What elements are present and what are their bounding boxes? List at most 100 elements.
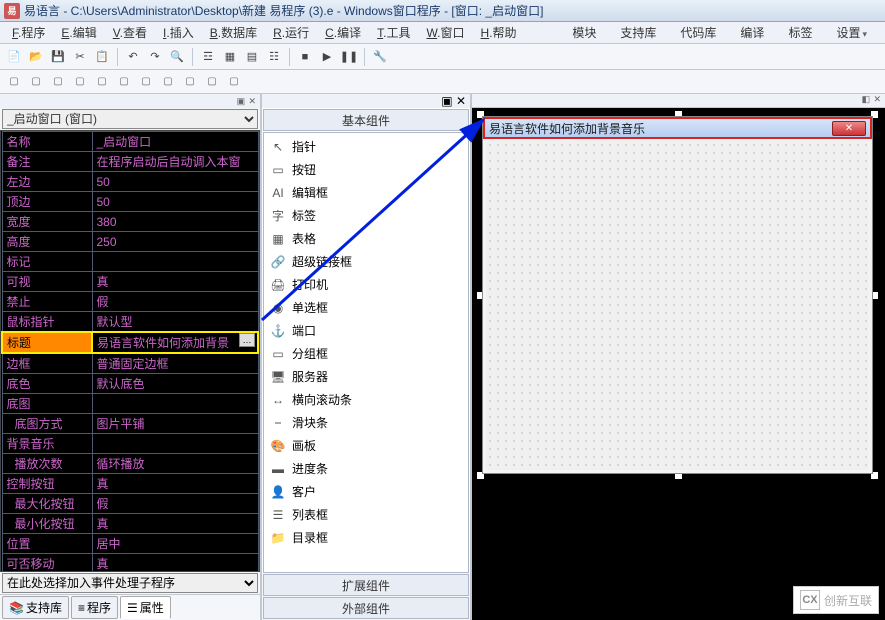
component-item[interactable]: AI编辑框: [264, 181, 468, 204]
prop-key[interactable]: 控制按钮: [2, 474, 92, 494]
menu-db[interactable]: B.数据库: [202, 24, 265, 41]
menu-insert[interactable]: I.插入: [155, 24, 202, 41]
menu-tools[interactable]: T.工具: [369, 24, 418, 41]
prop-key[interactable]: 底图: [2, 394, 92, 414]
al-same-h-icon[interactable]: ▢: [202, 73, 222, 91]
prop-value[interactable]: 假: [92, 292, 258, 312]
object-selector[interactable]: _启动窗口 (窗口): [2, 109, 258, 129]
property-grid[interactable]: 名称_启动窗口备注在程序启动后自动调入本窗左边50顶边50宽度380高度250标…: [0, 130, 260, 572]
prop-key[interactable]: 最小化按钮: [2, 514, 92, 534]
component-item[interactable]: ▦表格: [264, 227, 468, 250]
menu-r-support[interactable]: 支持库: [612, 24, 664, 41]
prop-key[interactable]: 底色: [2, 374, 92, 394]
prop-key[interactable]: 播放次数: [2, 454, 92, 474]
prop-value[interactable]: 380: [92, 212, 258, 232]
prop-value[interactable]: 真: [92, 474, 258, 494]
preview-window[interactable]: 易语言软件如何添加背景音乐 ✕: [482, 116, 873, 474]
prop-key[interactable]: 可否移动: [2, 554, 92, 573]
menu-help[interactable]: H.帮助: [473, 24, 525, 41]
prop-key[interactable]: 备注: [2, 152, 92, 172]
prop-value[interactable]: 50: [92, 192, 258, 212]
design-dock-icon[interactable]: ◧: [862, 94, 871, 107]
component-item[interactable]: 🖥服务器: [264, 365, 468, 388]
prop-key[interactable]: 位置: [2, 534, 92, 554]
tb-grid-icon[interactable]: ▦: [220, 47, 240, 67]
prop-value[interactable]: _启动窗口: [92, 132, 258, 152]
al-dist-h-icon[interactable]: ▢: [136, 73, 156, 91]
tb-find-icon[interactable]: 🔍: [167, 47, 187, 67]
preview-body[interactable]: [486, 141, 869, 470]
component-item[interactable]: ▭按钮: [264, 158, 468, 181]
al-mid-icon[interactable]: ▢: [92, 73, 112, 91]
prop-key[interactable]: 高度: [2, 232, 92, 252]
prop-key[interactable]: 禁止: [2, 292, 92, 312]
prop-value[interactable]: 居中: [92, 534, 258, 554]
tb-list-icon[interactable]: ☷: [264, 47, 284, 67]
component-item[interactable]: ⎯滑块条: [264, 411, 468, 434]
component-item[interactable]: ⚓端口: [264, 319, 468, 342]
prop-key[interactable]: 标题: [2, 332, 92, 353]
prop-key[interactable]: 背景音乐: [2, 434, 92, 454]
component-item[interactable]: 字标签: [264, 204, 468, 227]
component-item[interactable]: ↔横向滚动条: [264, 388, 468, 411]
menu-r-module[interactable]: 模块: [564, 24, 604, 41]
al-center-icon[interactable]: ▢: [26, 73, 46, 91]
component-item[interactable]: ◉单选框: [264, 296, 468, 319]
tb-debug-icon[interactable]: 🔧: [370, 47, 390, 67]
prop-value[interactable]: 默认型: [92, 312, 258, 333]
component-item[interactable]: 🎨画板: [264, 434, 468, 457]
prop-value[interactable]: 循环播放: [92, 454, 258, 474]
prop-value[interactable]: 易语言软件如何添加背景…: [92, 332, 258, 353]
panel-pin-icon[interactable]: ▣: [237, 96, 246, 107]
menu-r-compile[interactable]: 编译: [732, 24, 772, 41]
prop-key[interactable]: 最大化按钮: [2, 494, 92, 514]
menu-r-settings[interactable]: 设置: [828, 24, 875, 41]
tb-redo-icon[interactable]: ↷: [145, 47, 165, 67]
menu-run[interactable]: R.运行: [265, 24, 317, 41]
tb-cut-icon[interactable]: ✂: [70, 47, 90, 67]
preview-close-button[interactable]: ✕: [832, 121, 866, 136]
al-right-icon[interactable]: ▢: [48, 73, 68, 91]
tb-panel-icon[interactable]: ▤: [242, 47, 262, 67]
tb-run-icon[interactable]: ▶: [317, 47, 337, 67]
component-item[interactable]: 📁目录框: [264, 526, 468, 549]
tab-property[interactable]: ☰属性: [120, 596, 171, 619]
prop-value[interactable]: [92, 252, 258, 272]
prop-value[interactable]: [92, 394, 258, 414]
prop-value[interactable]: 图片平铺: [92, 414, 258, 434]
tb-copy-icon[interactable]: 📋: [92, 47, 112, 67]
tb-undo-icon[interactable]: ↶: [123, 47, 143, 67]
al-same-w-icon[interactable]: ▢: [180, 73, 200, 91]
menu-edit[interactable]: E.编辑: [53, 24, 104, 41]
al-top-icon[interactable]: ▢: [70, 73, 90, 91]
al-left-icon[interactable]: ▢: [4, 73, 24, 91]
prop-value[interactable]: 250: [92, 232, 258, 252]
tab-program[interactable]: ≡程序: [71, 596, 118, 619]
prop-value[interactable]: 50: [92, 172, 258, 192]
component-item[interactable]: ▭分组框: [264, 342, 468, 365]
al-dist-v-icon[interactable]: ▢: [158, 73, 178, 91]
group-ext[interactable]: 扩展组件: [263, 574, 469, 596]
component-item[interactable]: 🔗超级链接框: [264, 250, 468, 273]
prop-key[interactable]: 宽度: [2, 212, 92, 232]
tb-stop-icon[interactable]: ■: [295, 47, 315, 67]
prop-key[interactable]: 鼠标指针: [2, 312, 92, 333]
event-selector[interactable]: 在此处选择加入事件处理子程序: [2, 573, 258, 593]
comp-close-icon[interactable]: ✕: [456, 94, 466, 108]
component-item[interactable]: 🖨打印机: [264, 273, 468, 296]
menu-view[interactable]: V.查看: [105, 24, 155, 41]
prop-key[interactable]: 名称: [2, 132, 92, 152]
menu-program[interactable]: F.程序: [4, 24, 53, 41]
menu-compile[interactable]: C.编译: [317, 24, 369, 41]
component-item[interactable]: ☰列表框: [264, 503, 468, 526]
tb-pause-icon[interactable]: ❚❚: [339, 47, 359, 67]
tb-new-icon[interactable]: 📄: [4, 47, 24, 67]
prop-value[interactable]: 在程序启动后自动调入本窗: [92, 152, 258, 172]
prop-value[interactable]: 真: [92, 554, 258, 573]
comp-pin-icon[interactable]: ▣: [441, 94, 452, 108]
design-close-icon[interactable]: ✕: [873, 94, 881, 107]
group-out[interactable]: 外部组件: [263, 597, 469, 619]
ellipsis-button[interactable]: …: [239, 333, 255, 347]
prop-key[interactable]: 左边: [2, 172, 92, 192]
prop-key[interactable]: 可视: [2, 272, 92, 292]
